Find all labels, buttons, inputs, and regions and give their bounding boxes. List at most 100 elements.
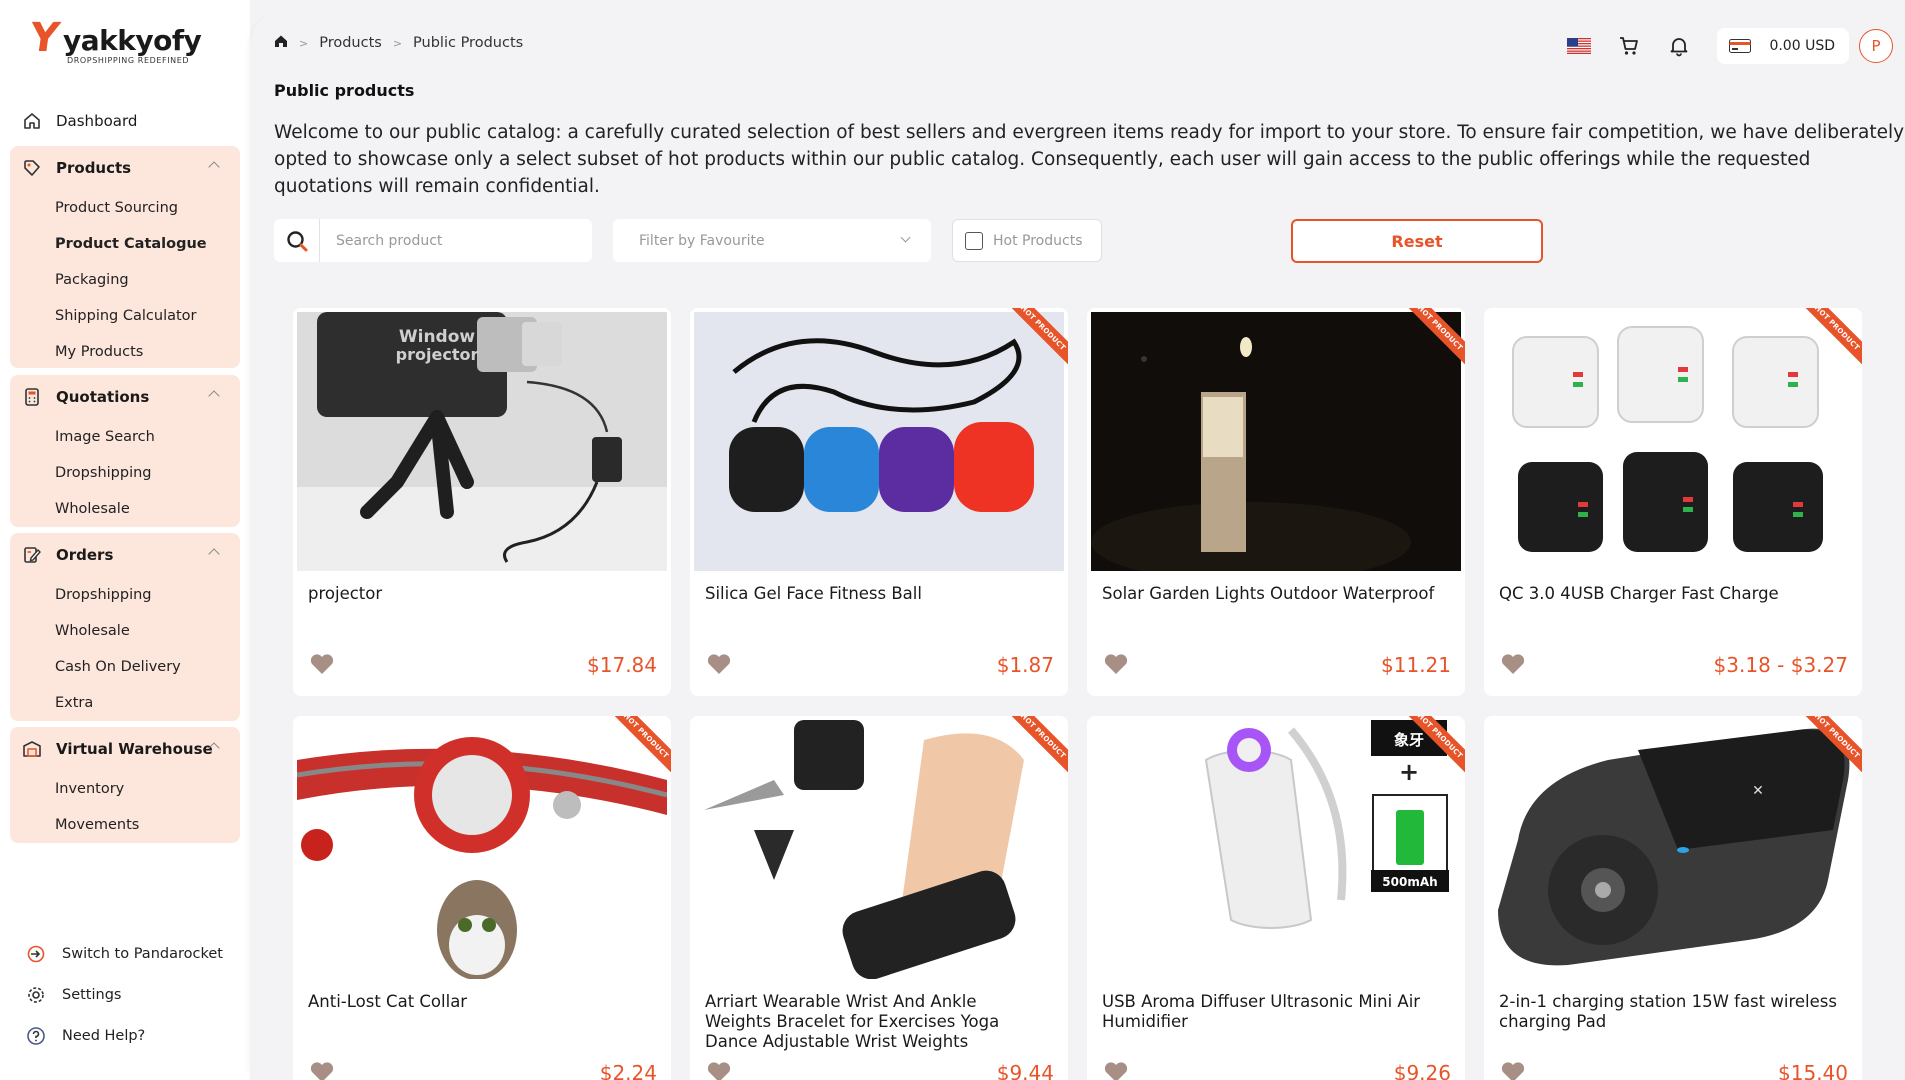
- breadcrumb-public-products[interactable]: Public Products: [413, 35, 523, 51]
- product-name[interactable]: Anti-Lost Cat Collar: [308, 992, 648, 1012]
- sidebar-item-quotations-wholesale[interactable]: Wholesale: [10, 491, 240, 527]
- breadcrumb: > Products > Public Products: [274, 34, 523, 52]
- avatar[interactable]: P: [1859, 29, 1893, 63]
- product-image[interactable]: Window projector: [297, 312, 667, 571]
- home-icon: [22, 111, 42, 131]
- sidebar: Y yakkyofy DROPSHIPPING REDEFINED Dashbo…: [0, 0, 250, 1080]
- home-icon[interactable]: [274, 34, 288, 52]
- sidebar-item-dashboard[interactable]: Dashboard: [10, 101, 240, 141]
- favourite-heart-icon[interactable]: [309, 1060, 335, 1080]
- favourite-heart-icon[interactable]: [706, 1060, 732, 1080]
- us-flag-icon[interactable]: [1567, 38, 1592, 54]
- favourite-filter-select[interactable]: Filter by Favourite: [613, 219, 931, 262]
- ribbon-label: HOT PRODUCT: [1792, 308, 1862, 373]
- sidebar-group-virtual-warehouse-header[interactable]: Virtual Warehouse: [10, 727, 240, 771]
- logo-mark: Y: [26, 15, 63, 61]
- bell-icon[interactable]: [1667, 34, 1691, 58]
- product-card[interactable]: HOT PRODUCT QC 3.0 4USB Charger Fast Cha…: [1484, 308, 1862, 696]
- sidebar-item-my-products[interactable]: My Products: [10, 334, 240, 370]
- main-content: > Products > Public Products 0.00 USD P …: [250, 8, 1905, 1080]
- battery-label: 500mAh: [1382, 875, 1437, 889]
- footer-label: Switch to Pandarocket: [62, 946, 223, 962]
- sidebar-item-extra[interactable]: Extra: [10, 685, 240, 721]
- sidebar-item-cash-on-delivery[interactable]: Cash On Delivery: [10, 649, 240, 685]
- search-box: [274, 219, 592, 262]
- sidebar-group-label: Products: [56, 159, 132, 177]
- product-card[interactable]: 象牙 + 500mAh HOT PRODUCT USB Aroma Diffus…: [1087, 716, 1465, 1080]
- footer-label: Settings: [62, 987, 122, 1003]
- favourite-heart-icon[interactable]: [1103, 1060, 1129, 1080]
- favourite-heart-icon[interactable]: [1500, 1060, 1526, 1080]
- checkbox-box[interactable]: [965, 231, 983, 250]
- ribbon-label: HOT PRODUCT: [998, 308, 1068, 373]
- product-name[interactable]: Arriart Wearable Wrist And Ankle Weights…: [705, 992, 1045, 1052]
- product-card[interactable]: HOT PRODUCT Anti-Lost Cat Collar $2.24: [293, 716, 671, 1080]
- settings-link[interactable]: Settings: [26, 985, 121, 1005]
- yakkyofy-logo[interactable]: Y yakkyofy DROPSHIPPING REDEFINED: [26, 15, 202, 65]
- logo-name: yakkyofy: [62, 24, 202, 57]
- footer-label: Need Help?: [62, 1028, 146, 1044]
- breadcrumb-separator: >: [299, 36, 309, 50]
- product-card[interactable]: HOT PRODUCT Solar Garden Lights Outdoor …: [1087, 308, 1465, 696]
- sidebar-item-inventory[interactable]: Inventory: [10, 771, 240, 807]
- product-card[interactable]: HOT PRODUCT Arriart Wearable Wrist And A…: [690, 716, 1068, 1080]
- product-card[interactable]: ✕ HOT PRODUCT 2-in-1 charging station 15…: [1484, 716, 1862, 1080]
- breadcrumb-products[interactable]: Products: [319, 35, 382, 51]
- sidebar-item-quotations-dropshipping[interactable]: Dropshipping: [10, 455, 240, 491]
- sidebar-item-shipping-calculator[interactable]: Shipping Calculator: [10, 298, 240, 334]
- chevron-down-icon: [900, 232, 911, 243]
- wallet-balance[interactable]: 0.00 USD: [1717, 28, 1849, 64]
- sidebar-item-movements[interactable]: Movements: [10, 807, 240, 843]
- reset-button[interactable]: Reset: [1291, 219, 1543, 263]
- cart-icon[interactable]: [1617, 34, 1641, 58]
- product-name[interactable]: Silica Gel Face Fitness Ball: [705, 584, 1045, 604]
- product-price: $9.44: [996, 1061, 1054, 1080]
- sidebar-item-orders-dropshipping[interactable]: Dropshipping: [10, 577, 240, 613]
- sidebar-item-label: Dashboard: [56, 112, 138, 130]
- product-name[interactable]: Solar Garden Lights Outdoor Waterproof: [1102, 584, 1442, 604]
- chevron-up-icon[interactable]: [208, 390, 220, 402]
- favourite-heart-icon[interactable]: [706, 652, 732, 676]
- favourite-heart-icon[interactable]: [1103, 652, 1129, 676]
- switch-to-pandarocket-link[interactable]: Switch to Pandarocket: [26, 944, 223, 964]
- sidebar-item-product-sourcing[interactable]: Product Sourcing: [10, 190, 240, 226]
- breadcrumb-separator: >: [392, 36, 403, 50]
- product-name[interactable]: QC 3.0 4USB Charger Fast Charge: [1499, 584, 1839, 604]
- edit-icon: [22, 545, 42, 565]
- page-title: Public products: [274, 81, 415, 100]
- sidebar-item-image-search[interactable]: Image Search: [10, 419, 240, 455]
- favourite-heart-icon[interactable]: [1500, 652, 1526, 676]
- chevron-up-icon[interactable]: [208, 161, 220, 173]
- product-name[interactable]: projector: [308, 584, 648, 604]
- projector-label-2: projector: [396, 345, 479, 364]
- product-name[interactable]: 2-in-1 charging station 15W fast wireles…: [1499, 992, 1839, 1032]
- tag-icon: [22, 158, 42, 178]
- product-card[interactable]: Window projector projector $17.84: [293, 308, 671, 696]
- sidebar-item-orders-wholesale[interactable]: Wholesale: [10, 613, 240, 649]
- hot-products-checkbox[interactable]: Hot Products: [952, 219, 1102, 262]
- sidebar-group-label: Orders: [56, 546, 114, 564]
- calculator-icon: [22, 387, 42, 407]
- need-help-link[interactable]: Need Help?: [26, 1026, 145, 1046]
- sidebar-group-orders-header[interactable]: Orders: [10, 533, 240, 577]
- product-card[interactable]: HOT PRODUCT Silica Gel Face Fitness Ball…: [690, 308, 1068, 696]
- search-icon[interactable]: [274, 219, 320, 262]
- product-name[interactable]: USB Aroma Diffuser Ultrasonic Mini Air H…: [1102, 992, 1442, 1032]
- hot-product-ribbon: HOT PRODUCT: [998, 308, 1068, 378]
- gear-icon: [26, 985, 46, 1005]
- help-icon: [26, 1026, 46, 1046]
- sidebar-item-product-catalogue[interactable]: Product Catalogue: [10, 226, 240, 262]
- search-input[interactable]: [320, 220, 580, 261]
- product-price: $2.24: [599, 1061, 657, 1080]
- sidebar-group-products-header[interactable]: Products: [10, 146, 240, 190]
- hot-product-ribbon: HOT PRODUCT: [601, 716, 671, 786]
- hot-product-ribbon: HOT PRODUCT: [998, 716, 1068, 786]
- chevron-up-icon[interactable]: [208, 548, 220, 560]
- product-price: $17.84: [587, 653, 657, 677]
- sidebar-item-packaging[interactable]: Packaging: [10, 262, 240, 298]
- sidebar-group-quotations: Quotations Image Search Dropshipping Who…: [10, 375, 240, 527]
- sidebar-group-quotations-header[interactable]: Quotations: [10, 375, 240, 419]
- favourite-heart-icon[interactable]: [309, 652, 335, 676]
- ribbon-label: HOT PRODUCT: [1395, 308, 1465, 373]
- ribbon-label: HOT PRODUCT: [1395, 716, 1465, 781]
